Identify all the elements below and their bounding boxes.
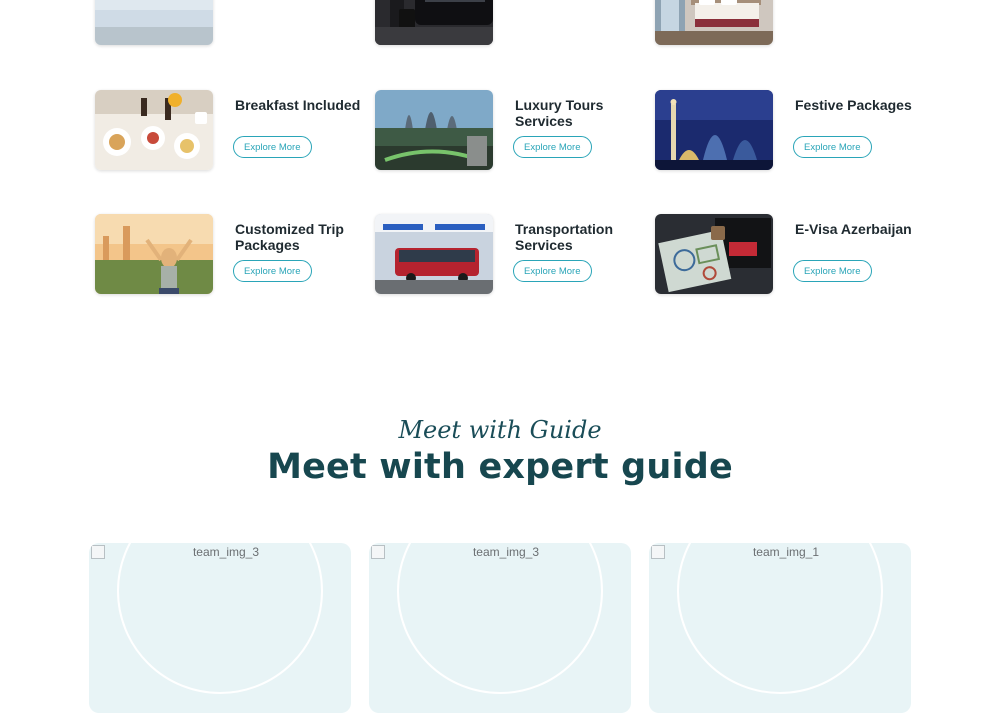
team-card-circle (397, 543, 603, 694)
team-card-circle (677, 543, 883, 694)
night-mosque-image[interactable] (655, 90, 773, 170)
service-card: Luxury Tours Services Explore More (375, 90, 645, 172)
team-card-circle (117, 543, 323, 694)
team-card-1[interactable]: team_img_3 (89, 543, 351, 713)
guide-section-subtitle: Meet with Guide (398, 416, 602, 444)
service-card: ServicesExplore More (655, 0, 925, 47)
explore-more-button[interactable]: Explore More (793, 260, 872, 282)
team-image-alt: team_img_3 (192, 545, 260, 559)
airplane-flight-image[interactable] (95, 0, 213, 45)
explore-more-button[interactable]: Explore More (793, 136, 872, 158)
service-card: Customized Trip Packages Explore More (95, 214, 365, 296)
passport-stamps-image[interactable] (655, 214, 773, 294)
breakfast-table-image[interactable] (95, 90, 213, 170)
explore-more-button[interactable]: Explore More (233, 136, 312, 158)
service-card: FlightsComing Soon (95, 0, 365, 47)
car-chauffeur-image[interactable] (375, 0, 493, 45)
service-title: Luxury Tours Services (515, 97, 604, 129)
service-card: Transportation Services Explore More (375, 214, 645, 296)
hotel-room-image[interactable] (655, 0, 773, 45)
services-grid: FlightsComing SoonServicesExplore MoreSe… (0, 0, 1000, 320)
explore-more-button[interactable]: Explore More (513, 136, 592, 158)
team-image-alt: team_img_1 (752, 545, 820, 559)
service-title: Breakfast Included (235, 97, 361, 113)
team-card-2[interactable]: team_img_3 (369, 543, 631, 713)
explore-more-button[interactable]: Explore More (513, 260, 592, 282)
explore-more-button[interactable]: Explore More (233, 260, 312, 282)
service-card: Breakfast Included Explore More (95, 90, 365, 172)
service-title: Festive Packages (795, 97, 912, 113)
team-image-alt: team_img_3 (472, 545, 540, 559)
service-card: Festive Packages Explore More (655, 90, 925, 172)
city-bus-image[interactable] (375, 214, 493, 294)
team-card-3[interactable]: team_img_1 (649, 543, 911, 713)
city-towers-image[interactable] (375, 90, 493, 170)
guide-section-title: Meet with expert guide (267, 447, 733, 487)
service-card: ServicesExplore More (375, 0, 645, 47)
service-card: E-Visa Azerbaijan Explore More (655, 214, 925, 296)
service-title: Customized Trip Packages (235, 221, 344, 253)
service-title: Transportation Services (515, 221, 614, 253)
traveler-view-image[interactable] (95, 214, 213, 294)
service-title: E-Visa Azerbaijan (795, 221, 912, 237)
